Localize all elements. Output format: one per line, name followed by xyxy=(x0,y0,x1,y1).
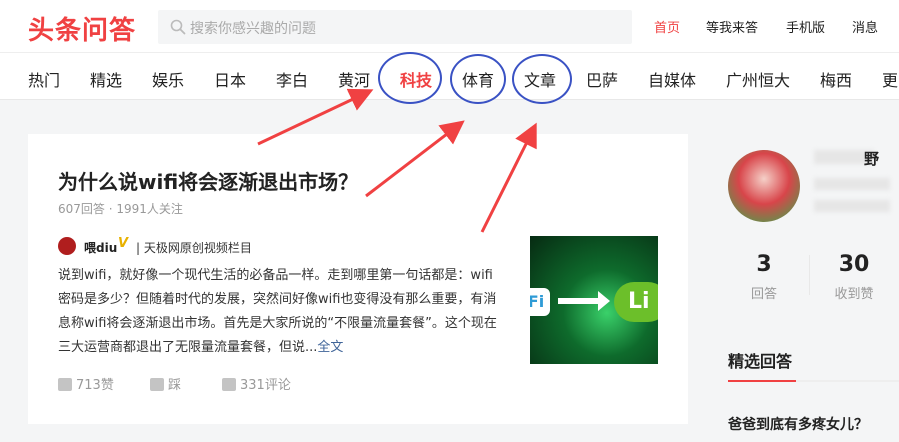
arrow-icon xyxy=(558,291,610,311)
question-card: 为什么说wifi将会逐渐退出市场？ 607回答 · 1991人关注 喂diu V… xyxy=(28,134,688,424)
featured-answers-title: 精选回答 xyxy=(728,352,793,371)
channel-guangzhou-evergrande[interactable]: 广州恒大 xyxy=(726,67,790,91)
likes-received-count[interactable]: 30 xyxy=(826,252,882,277)
profile-name-partial[interactable]: 野 xyxy=(864,148,879,169)
site-logo[interactable]: 头条问答 xyxy=(28,10,136,47)
like-count: 713赞 xyxy=(76,378,114,393)
channel-japan[interactable]: 日本 xyxy=(214,67,246,91)
comment-icon xyxy=(222,378,236,391)
nav-waiting-answers[interactable]: 等我来答 xyxy=(706,17,758,36)
channel-hot[interactable]: 热门 xyxy=(28,67,60,91)
likes-received-label: 收到赞 xyxy=(834,287,874,302)
lifi-logo-icon: Li xyxy=(614,282,658,322)
profile-avatar[interactable] xyxy=(728,150,800,222)
nav-messages[interactable]: 消息 xyxy=(852,17,878,36)
nav-mobile[interactable]: 手机版 xyxy=(786,17,825,36)
dislike-label: 踩 xyxy=(168,378,182,393)
featured-question-link[interactable]: 爸爸到底有多疼女儿？ xyxy=(728,414,868,434)
search-box[interactable]: 搜索你感兴趣的问题 xyxy=(158,10,632,44)
blurred-bio-line-2 xyxy=(814,200,890,212)
channel-selected[interactable]: 精选 xyxy=(90,67,122,91)
thumbs-up-icon xyxy=(58,378,72,391)
thumbs-down-icon xyxy=(150,378,164,391)
author-avatar[interactable] xyxy=(58,237,76,255)
channel-more[interactable]: 更 xyxy=(882,67,898,91)
channel-barca[interactable]: 巴萨 xyxy=(586,67,618,91)
channel-li-bai[interactable]: 李白 xyxy=(276,67,308,91)
section-underline-accent xyxy=(728,380,796,382)
answer-excerpt[interactable]: 说到wifi，就好像一个现代生活的必备品一样。走到哪里第一句话都是：wifi密码… xyxy=(58,264,500,360)
stats-divider xyxy=(809,255,810,295)
highlight-ring-tech xyxy=(378,52,442,104)
comment-button[interactable]: 331评论 xyxy=(222,374,291,393)
question-meta: 607回答 · 1991人关注 xyxy=(58,202,183,216)
channel-yellow-river[interactable]: 黄河 xyxy=(338,67,370,91)
channel-entertainment[interactable]: 娱乐 xyxy=(152,67,184,91)
search-icon xyxy=(170,19,186,35)
answers-label: 回答 xyxy=(750,287,777,302)
highlight-ring-articles xyxy=(512,54,572,104)
wifi-logo-icon: Fi xyxy=(530,288,550,316)
author-description: | 天极网原创视频栏目 xyxy=(136,241,252,255)
section-underline xyxy=(728,380,899,382)
answer-excerpt-text: 说到wifi，就好像一个现代生活的必备品一样。走到哪里第一句话都是：wifi密码… xyxy=(58,268,497,355)
read-more-link[interactable]: 全文 xyxy=(317,340,343,355)
blurred-bio-line-1 xyxy=(814,178,890,190)
top-header: 头条问答 搜索你感兴趣的问题 首页 等我来答 手机版 消息 xyxy=(0,0,899,52)
like-button[interactable]: 713赞 xyxy=(58,374,114,393)
question-title[interactable]: 为什么说wifi将会逐渐退出市场？ xyxy=(58,166,358,195)
comment-count: 331评论 xyxy=(240,378,291,393)
author-name[interactable]: 喂diu xyxy=(84,239,117,256)
answer-thumbnail[interactable]: Fi Li xyxy=(530,236,658,364)
answers-count[interactable]: 3 xyxy=(744,252,784,277)
highlight-ring-sports xyxy=(450,54,506,104)
verified-badge-icon: V xyxy=(118,236,129,251)
nav-home[interactable]: 首页 xyxy=(654,17,680,36)
search-input[interactable]: 搜索你感兴趣的问题 xyxy=(190,18,316,38)
channel-we-media[interactable]: 自媒体 xyxy=(648,67,696,91)
channel-messi[interactable]: 梅西 xyxy=(820,67,852,91)
dislike-button[interactable]: 踩 xyxy=(150,374,181,393)
